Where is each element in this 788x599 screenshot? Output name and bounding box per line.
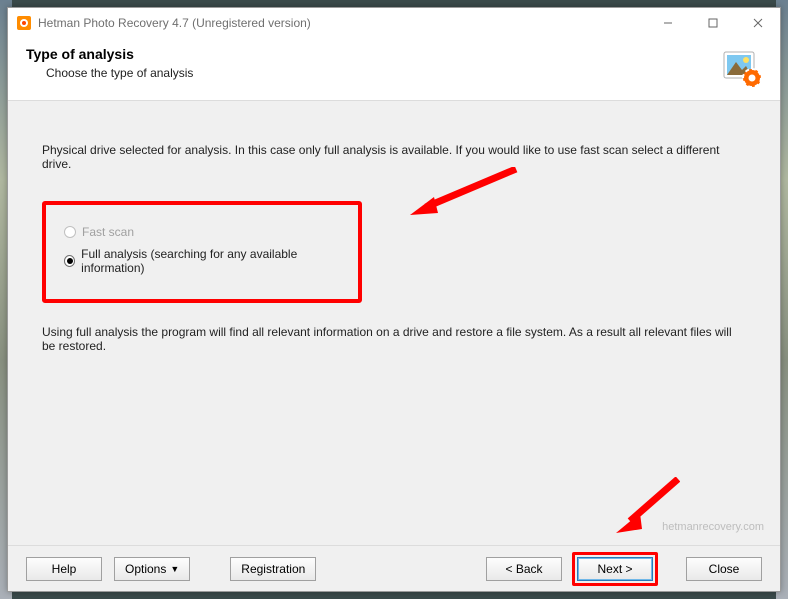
radio-icon	[64, 226, 76, 238]
page-title: Type of analysis	[26, 46, 722, 62]
description-text: Using full analysis the program will fin…	[42, 325, 746, 353]
window-title: Hetman Photo Recovery 4.7 (Unregistered …	[38, 16, 645, 30]
radio-icon-selected	[64, 255, 75, 267]
radio-full-analysis[interactable]: Full analysis (searching for any availab…	[64, 247, 340, 275]
annotation-next-highlight: Next >	[572, 552, 658, 586]
photo-icon	[722, 48, 762, 88]
annotation-arrow-radio	[408, 167, 518, 217]
wizard-content: Physical drive selected for analysis. In…	[8, 101, 780, 545]
chevron-down-icon: ▼	[170, 564, 179, 574]
radio-full-label: Full analysis (searching for any availab…	[81, 247, 340, 275]
minimize-button[interactable]	[645, 8, 690, 38]
wizard-footer: Help Options ▼ Registration < Back Next …	[8, 545, 780, 591]
titlebar[interactable]: Hetman Photo Recovery 4.7 (Unregistered …	[8, 8, 780, 38]
page-subtitle: Choose the type of analysis	[46, 66, 722, 80]
back-button[interactable]: < Back	[486, 557, 562, 581]
close-button[interactable]: Close	[686, 557, 762, 581]
intro-text: Physical drive selected for analysis. In…	[42, 143, 746, 171]
next-button[interactable]: Next >	[577, 557, 653, 581]
close-window-button[interactable]	[735, 8, 780, 38]
maximize-button[interactable]	[690, 8, 735, 38]
radio-fast-label: Fast scan	[82, 225, 134, 239]
help-button[interactable]: Help	[26, 557, 102, 581]
options-button[interactable]: Options ▼	[114, 557, 190, 581]
analysis-type-group: Fast scan Full analysis (searching for a…	[42, 201, 362, 303]
registration-button[interactable]: Registration	[230, 557, 316, 581]
app-window: Hetman Photo Recovery 4.7 (Unregistered …	[7, 7, 781, 592]
radio-fast-scan: Fast scan	[64, 225, 340, 239]
wizard-header: Type of analysis Choose the type of anal…	[8, 38, 780, 101]
app-icon	[16, 15, 32, 31]
watermark: hetmanrecovery.com	[662, 521, 764, 533]
options-label: Options	[125, 562, 166, 576]
